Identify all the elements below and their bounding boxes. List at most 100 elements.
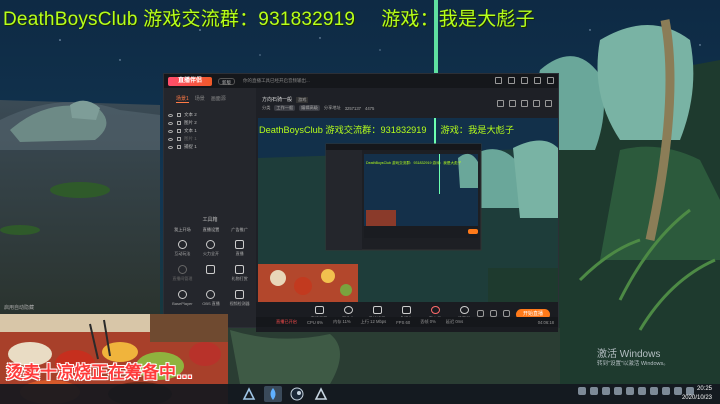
version-pill[interactable]: 新版 bbox=[218, 77, 235, 85]
clock-date: 2020/10/23 bbox=[681, 394, 712, 401]
preview-scene: DeathBoysClub 游戏交流群：931832919 游戏：我是大彪子 bbox=[258, 118, 558, 302]
stream-preview[interactable]: DeathBoysClub 游戏交流群：931832919 游戏：我是大彪子 D… bbox=[258, 118, 558, 302]
status-item: 上行 12 Mbps bbox=[360, 319, 387, 324]
tool-icon bbox=[206, 290, 216, 299]
settings-icon[interactable] bbox=[508, 77, 515, 84]
tray-icon[interactable] bbox=[614, 387, 622, 395]
camera-icon[interactable] bbox=[477, 310, 484, 317]
toolbar-button-icon bbox=[430, 306, 440, 314]
toolbar-button-icon bbox=[401, 306, 411, 314]
source-item[interactable]: 图片 2 bbox=[164, 119, 256, 127]
toolbox-item[interactable] bbox=[197, 265, 226, 282]
tray-icon[interactable] bbox=[650, 387, 658, 395]
preview-overlay-group: DeathBoysClub 游戏交流群：931832919 bbox=[259, 125, 427, 135]
source-label: 图片 2 bbox=[184, 120, 197, 125]
close-icon[interactable] bbox=[547, 77, 554, 84]
tray-icon[interactable] bbox=[674, 387, 682, 395]
toolbox-item[interactable]: 直播 bbox=[225, 240, 254, 257]
live-status: 直播已开启 bbox=[276, 319, 297, 324]
title-note: 你的直播工具已经开启音频输出... bbox=[243, 78, 310, 83]
maximize-icon[interactable] bbox=[534, 77, 541, 84]
category-tag[interactable]: 游戏 bbox=[296, 96, 309, 103]
preview-overlay-text: DeathBoysClub 游戏交流群：931832919 游戏：我是大彪子 bbox=[259, 122, 528, 136]
tray-icon[interactable] bbox=[590, 387, 598, 395]
source-item[interactable]: 图片 1 bbox=[164, 135, 256, 143]
toolbox-tab[interactable]: 广告推广 bbox=[225, 227, 254, 233]
eye-icon[interactable] bbox=[168, 145, 173, 149]
toolbox-item[interactable]: BasePlayer bbox=[168, 290, 197, 307]
tab-sources[interactable]: 画面源 bbox=[211, 95, 226, 103]
toolbox-item[interactable]: 互动玩法 bbox=[168, 240, 197, 257]
toolbox-tab[interactable]: 我上开场 bbox=[168, 227, 197, 233]
gift-icon[interactable] bbox=[509, 100, 516, 107]
toolbox-item[interactable]: OBS 直播 bbox=[197, 290, 226, 307]
status-item: FPS 60 bbox=[396, 319, 411, 325]
taskbar-app-1-icon[interactable] bbox=[240, 386, 258, 402]
tray-icon[interactable] bbox=[578, 387, 586, 395]
stream-companion-window[interactable]: 直播伴侣 新版 你的直播工具已经开启音频输出... 场景1 场景 画面源 文本 … bbox=[163, 73, 559, 332]
toolbar-button-icon bbox=[459, 306, 469, 314]
clock-time: 20:25 bbox=[696, 386, 712, 392]
tab-scene[interactable]: 场景 bbox=[195, 95, 205, 103]
eye-icon[interactable] bbox=[168, 113, 173, 117]
toolbox-item[interactable]: 视频检测器 bbox=[225, 290, 254, 307]
tool-icon bbox=[177, 290, 187, 299]
system-tray bbox=[578, 387, 694, 395]
stream-meta-item[interactable]: 工作一般 bbox=[274, 105, 296, 111]
source-item[interactable]: 文本 1 bbox=[164, 127, 256, 135]
toolbox-tabs: 我上开场 直播设置 广告推广 bbox=[168, 227, 254, 233]
toolbar-button-icon bbox=[372, 306, 382, 314]
auto-hide-caption: 启用自动隐藏 bbox=[4, 305, 35, 311]
gear-icon[interactable] bbox=[503, 310, 510, 317]
tool-label: 互动玩法 bbox=[174, 251, 191, 256]
source-item[interactable]: 文本 2 bbox=[164, 111, 256, 119]
overlay-group-text: DeathBoysClub 游戏交流群：931832919 bbox=[3, 9, 356, 30]
source-label: 捕捉 1 bbox=[184, 144, 197, 149]
source-type-icon bbox=[177, 129, 181, 133]
toolbar-button-icon bbox=[343, 306, 353, 314]
bell-icon[interactable] bbox=[533, 100, 540, 107]
shop-icon[interactable] bbox=[521, 100, 528, 107]
eye-icon[interactable] bbox=[168, 129, 173, 133]
tray-icon[interactable] bbox=[626, 387, 634, 395]
share-icon[interactable] bbox=[545, 100, 552, 107]
tool-label: OBS 直播 bbox=[202, 301, 220, 306]
tool-label: BasePlayer bbox=[172, 301, 193, 306]
tray-icon[interactable] bbox=[602, 387, 610, 395]
taskbar-app-2-icon[interactable] bbox=[264, 386, 282, 402]
stream-title[interactable]: 方向石骑一般 bbox=[262, 96, 292, 103]
source-item[interactable]: 捕捉 1 bbox=[164, 143, 256, 151]
stream-meta-item[interactable]: 编辑高级 bbox=[299, 105, 320, 111]
tool-icon bbox=[177, 240, 187, 249]
eye-icon[interactable] bbox=[168, 121, 173, 125]
eye-icon[interactable] bbox=[490, 310, 497, 317]
activate-windows-subtitle: 转到"设置"以激活 Windows。 bbox=[597, 361, 669, 367]
food-overlay-text: 烫卖十凉烧正在筹备中… bbox=[6, 363, 193, 382]
tray-icon[interactable] bbox=[662, 387, 670, 395]
stream-meta-item: 分享地址 bbox=[323, 105, 341, 110]
tool-icon bbox=[206, 265, 216, 274]
tool-label: 礼物打赏 bbox=[231, 276, 248, 281]
window-titlebar[interactable]: 直播伴侣 新版 你的直播工具已经开启音频输出... bbox=[164, 74, 558, 88]
minimize-icon[interactable] bbox=[521, 77, 528, 84]
taskbar-clock[interactable]: 20:25 2020/10/23 bbox=[682, 385, 712, 402]
tab-scene-1[interactable]: 场景1 bbox=[176, 95, 189, 103]
source-list: 文本 2 图片 2 文本 1 图片 1 捕捉 1 bbox=[164, 111, 256, 151]
toolbox-item[interactable]: 直播间管理 bbox=[168, 265, 197, 282]
steam-icon[interactable] bbox=[288, 386, 306, 402]
preview-overlay-game: 游戏：我是大彪子 bbox=[440, 125, 515, 135]
tray-icon[interactable] bbox=[638, 387, 646, 395]
status-item: 丢帧 0% bbox=[420, 319, 436, 324]
activate-windows-title: 激活 Windows bbox=[597, 349, 661, 360]
toolbox-item[interactable]: 火力全开 bbox=[197, 240, 226, 257]
status-bar: 直播已开启 CPU 6% 内存 11% 上行 12 Mbps FPS 60 丢帧… bbox=[256, 317, 558, 327]
source-type-icon bbox=[177, 137, 181, 141]
eye-icon[interactable] bbox=[168, 137, 173, 141]
toolbox-tab[interactable]: 直播设置 bbox=[197, 227, 226, 233]
tool-icon bbox=[235, 265, 245, 274]
taskbar-app-4-icon[interactable] bbox=[312, 386, 330, 402]
message-icon[interactable] bbox=[497, 100, 504, 107]
help-icon[interactable] bbox=[495, 77, 502, 84]
source-label: 文本 2 bbox=[184, 112, 197, 117]
toolbox-item[interactable]: 礼物打赏 bbox=[225, 265, 254, 282]
